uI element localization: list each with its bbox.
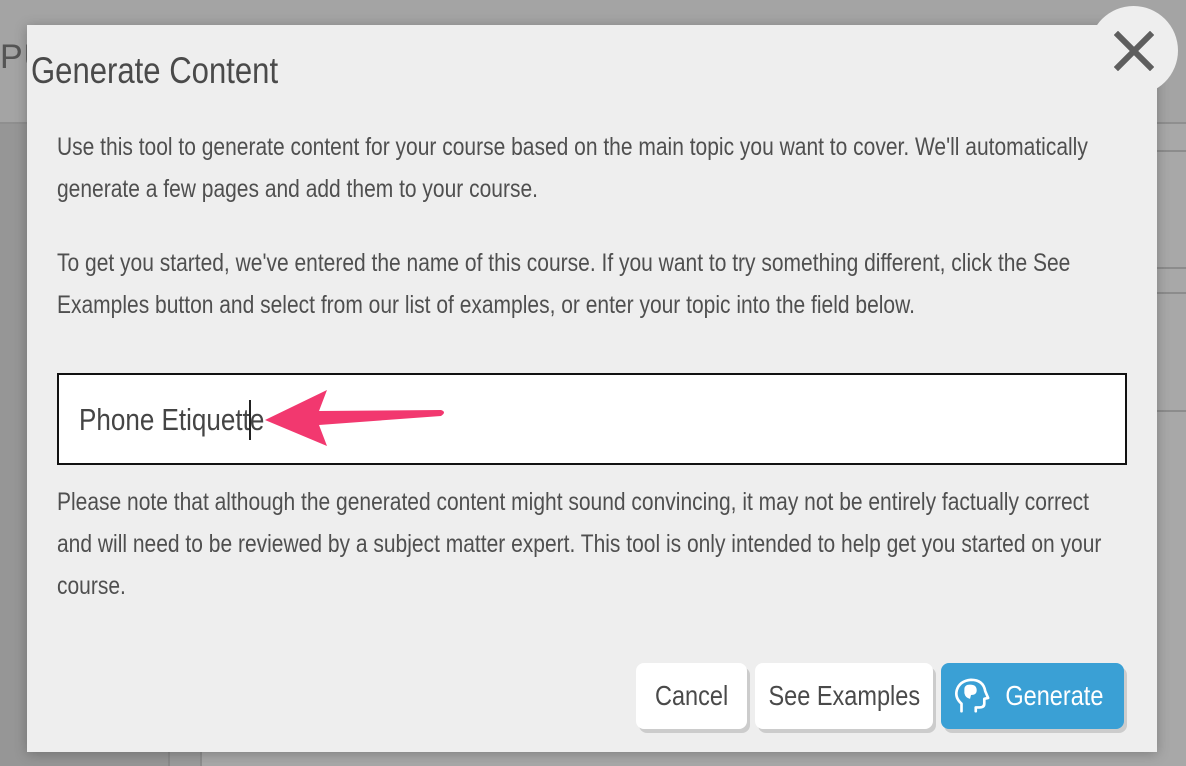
cancel-button[interactable]: Cancel: [636, 663, 747, 729]
close-button[interactable]: [1089, 6, 1178, 95]
background-divider: [1157, 267, 1186, 269]
disclaimer-paragraph: Please note that although the generated …: [57, 488, 1102, 600]
modal-title: Generate Content: [31, 50, 279, 91]
background-divider: [1157, 292, 1186, 294]
see-examples-button-label: See Examples: [768, 680, 920, 711]
topic-input[interactable]: [57, 373, 1127, 465]
instructions-paragraph: To get you started, we've entered the na…: [57, 249, 1071, 319]
intro-paragraph: Use this tool to generate content for yo…: [57, 133, 1088, 203]
background-divider: [1157, 410, 1186, 412]
brain-head-icon: [955, 678, 990, 713]
see-examples-button[interactable]: See Examples: [755, 663, 933, 729]
generate-button-label: Generate: [1005, 680, 1104, 711]
close-icon: [1113, 30, 1154, 71]
text-cursor: [249, 400, 251, 440]
pink-arrow-icon: [265, 390, 444, 446]
background-divider: [1157, 150, 1186, 152]
generate-button[interactable]: Generate: [941, 663, 1124, 729]
cancel-button-label: Cancel: [654, 680, 729, 711]
